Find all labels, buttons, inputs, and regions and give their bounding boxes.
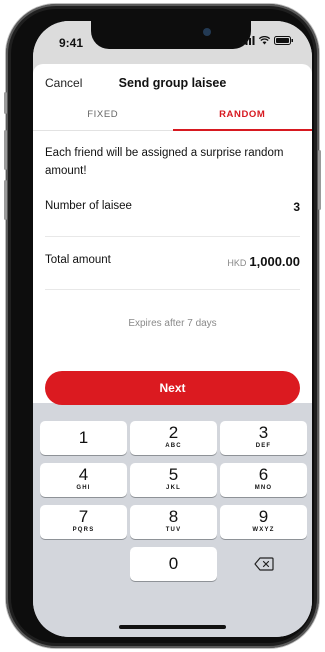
backspace-icon <box>253 557 274 571</box>
key-0[interactable]: 0 <box>130 547 217 581</box>
phone-screen: 9:41 Send group laisee Cancel FIXED RAND… <box>33 21 312 637</box>
key-6[interactable]: 6 MNO <box>220 463 307 497</box>
next-button[interactable]: Next <box>45 371 300 405</box>
power-button <box>318 150 321 210</box>
status-icons <box>242 36 294 45</box>
laisee-count-row[interactable]: Number of laisee 3 <box>45 200 300 218</box>
random-description: Each friend will be assigned a surprise … <box>45 147 284 177</box>
numeric-keypad: 1 2 ABC 3 DEF 4 GHI 5 JKL 6 MNO 7 PQRS 8… <box>33 411 312 637</box>
mute-switch <box>4 92 7 114</box>
modal-header: Send group laisee Cancel <box>33 64 312 98</box>
key-3[interactable]: 3 DEF <box>220 421 307 455</box>
wifi-icon <box>259 36 270 45</box>
laisee-count-value[interactable]: 3 <box>293 200 300 214</box>
currency-code: HKD <box>227 258 247 268</box>
total-amount-display[interactable]: HKD 1,000.00 <box>227 254 300 269</box>
key-5[interactable]: 5 JKL <box>130 463 217 497</box>
total-amount-label: Total amount <box>45 254 111 266</box>
battery-icon <box>274 36 293 45</box>
key-1[interactable]: 1 <box>40 421 127 455</box>
key-2[interactable]: 2 ABC <box>130 421 217 455</box>
volume-down-button <box>4 180 7 220</box>
total-amount-value: 1,000.00 <box>249 254 300 269</box>
home-indicator[interactable] <box>119 625 226 629</box>
cancel-button[interactable]: Cancel <box>45 76 82 90</box>
key-4[interactable]: 4 GHI <box>40 463 127 497</box>
divider <box>45 236 300 237</box>
key-7[interactable]: 7 PQRS <box>40 505 127 539</box>
active-tab-indicator <box>172 129 312 131</box>
key-8[interactable]: 8 TUV <box>130 505 217 539</box>
volume-up-button <box>4 130 7 170</box>
send-laisee-panel: Send group laisee Cancel FIXED RANDOM Ea… <box>33 64 312 403</box>
signal-icon <box>242 36 255 45</box>
delete-key[interactable] <box>220 547 307 581</box>
tab-fixed[interactable]: FIXED <box>33 100 173 130</box>
expiry-note: Expires after 7 days <box>128 318 217 329</box>
notch <box>91 21 251 49</box>
tab-random[interactable]: RANDOM <box>173 100 313 130</box>
laisee-count-label: Number of laisee <box>45 200 132 212</box>
amount-type-tabs: FIXED RANDOM <box>33 100 312 131</box>
status-time: 9:41 <box>59 36 84 50</box>
key-9[interactable]: 9 WXYZ <box>220 505 307 539</box>
divider <box>45 289 300 290</box>
total-amount-row[interactable]: Total amount HKD 1,000.00 <box>45 254 300 272</box>
camera-icon <box>203 28 211 36</box>
